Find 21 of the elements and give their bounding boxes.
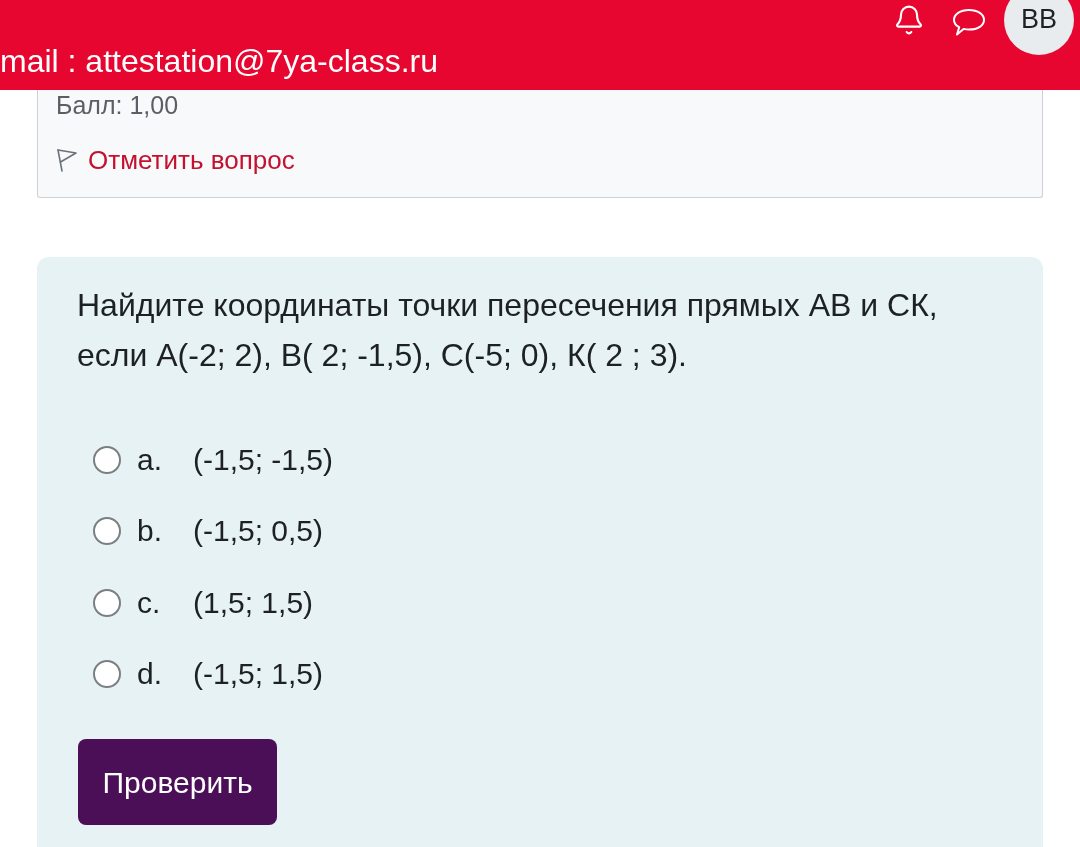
radio-button[interactable] [93,588,121,617]
question-text: Найдите координаты точки пересечения прямых АВ и СК, если А(-2; 2), В( 2; -1,5), С(-5; 0), К( 2 ; 3). [77,286,939,375]
flag-icon [56,148,78,172]
flag-question-link[interactable]: Отметить вопрос [88,146,295,174]
option-answer[interactable]: (-1,5; -1,5) [193,442,334,477]
bell-icon[interactable] [893,4,925,36]
check-button[interactable]: Проверить [78,739,277,825]
option-letter: c. [137,585,162,620]
grade-text: Балл: 1,00 [56,91,180,119]
chat-bubble-icon[interactable] [952,7,986,37]
option-answer[interactable]: (1,5; 1,5) [193,585,314,620]
option-letter: b. [137,514,164,549]
radio-button[interactable] [93,445,121,474]
radio-button[interactable] [93,660,121,689]
option-answer[interactable]: (-1,5; 0,5) [193,514,324,549]
option-letter: a. [137,442,164,477]
option-letter: d. [137,657,164,692]
option-answer[interactable]: (-1,5; 1,5) [193,657,324,692]
user-avatar[interactable]: BB [1004,0,1074,55]
email-text: mail : attestation@7ya-class.ru [0,44,438,78]
radio-button[interactable] [93,517,121,546]
